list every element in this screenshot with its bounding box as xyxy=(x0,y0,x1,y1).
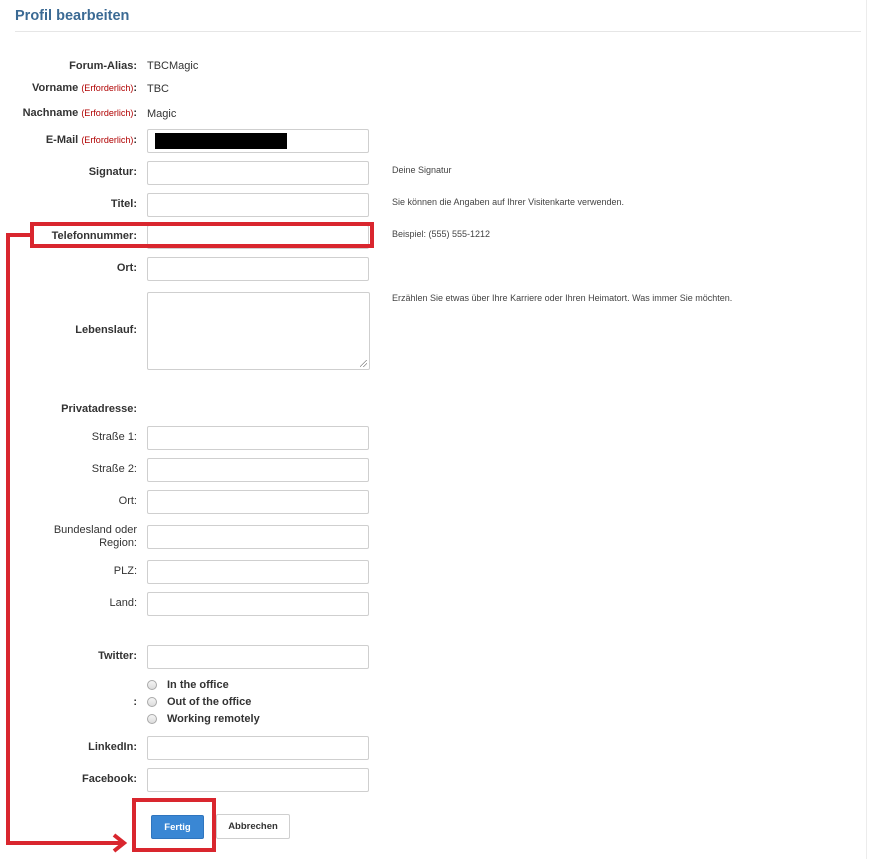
email-label-text: E-Mail xyxy=(45,134,79,146)
nachname-label: Nachname (Erforderlich): xyxy=(23,107,137,119)
strasse1-input[interactable] xyxy=(147,426,369,450)
address-ort-label: Ort: xyxy=(118,495,137,507)
annotation-arrow-line xyxy=(6,233,10,845)
forum-alias-label: Forum-Alias: xyxy=(69,60,137,72)
vorname-label-text: Vorname xyxy=(31,82,79,94)
required-marker: (Erforderlich) xyxy=(81,108,134,118)
nachname-label-text: Nachname xyxy=(22,107,79,119)
region-input[interactable] xyxy=(147,525,369,549)
panel-border xyxy=(866,0,867,859)
radio-button[interactable] xyxy=(147,714,157,724)
privatadresse-heading: Privatadresse: xyxy=(61,403,137,415)
land-label: Land: xyxy=(109,597,137,609)
status-option-label: In the office xyxy=(167,679,229,691)
region-label: Bundesland oder Region: xyxy=(54,524,137,550)
abbrechen-button[interactable]: Abbrechen xyxy=(216,814,290,839)
annotation-highlight-fertig xyxy=(132,798,216,852)
annotation-highlight-telefon xyxy=(30,222,374,248)
nachname-value: Magic xyxy=(147,108,177,120)
linkedin-label: LinkedIn: xyxy=(88,741,137,753)
status-option-label: Out of the office xyxy=(167,696,252,708)
strasse2-input[interactable] xyxy=(147,458,369,482)
signatur-label: Signatur: xyxy=(88,166,137,178)
facebook-input[interactable] xyxy=(147,768,369,792)
required-marker: (Erforderlich) xyxy=(81,83,134,93)
annotation-arrow-line xyxy=(6,841,122,845)
region-label-line1: Bundesland oder xyxy=(53,524,137,536)
linkedin-input[interactable] xyxy=(147,736,369,760)
status-option-out-of-office[interactable]: Out of the office xyxy=(147,694,251,710)
radio-button[interactable] xyxy=(147,680,157,690)
title-divider xyxy=(15,31,861,32)
twitter-label: Twitter: xyxy=(98,650,137,662)
signatur-hint: Deine Signatur xyxy=(392,165,452,175)
facebook-label: Facebook: xyxy=(81,773,137,785)
status-option-in-office[interactable]: In the office xyxy=(147,677,229,693)
resize-handle-icon[interactable] xyxy=(360,360,367,367)
forum-alias-value: TBCMagic xyxy=(147,60,199,72)
titel-label: Titel: xyxy=(110,198,137,210)
twitter-input[interactable] xyxy=(147,645,369,669)
status-label: : xyxy=(133,696,137,708)
region-label-line2: Region: xyxy=(99,537,137,549)
strasse2-label: Straße 2: xyxy=(91,463,137,475)
status-option-label: Working remotely xyxy=(167,713,260,725)
vorname-value: TBC xyxy=(147,83,169,95)
vorname-label: Vorname (Erforderlich): xyxy=(32,82,137,94)
page-title: Profil bearbeiten xyxy=(15,8,130,24)
status-option-working-remotely[interactable]: Working remotely xyxy=(147,711,260,727)
lebenslauf-label: Lebenslauf: xyxy=(75,324,137,336)
ort-input[interactable] xyxy=(147,257,369,281)
radio-button[interactable] xyxy=(147,697,157,707)
land-input[interactable] xyxy=(147,592,369,616)
strasse1-label: Straße 1: xyxy=(91,431,137,443)
titel-hint: Sie können die Angaben auf Ihrer Visiten… xyxy=(392,197,624,207)
email-colon: : xyxy=(133,134,137,146)
telefon-hint: Beispiel: (555) 555-1212 xyxy=(392,229,491,239)
titel-input[interactable] xyxy=(147,193,369,217)
signatur-input[interactable] xyxy=(147,161,369,185)
ort-label: Ort: xyxy=(116,262,137,274)
plz-label: PLZ: xyxy=(113,565,137,577)
vorname-colon: : xyxy=(133,82,137,94)
email-label: E-Mail (Erforderlich): xyxy=(46,134,137,146)
lebenslauf-hint: Erzählen Sie etwas über Ihre Karriere od… xyxy=(392,293,733,303)
annotation-arrowhead-icon xyxy=(112,833,128,853)
nachname-colon: : xyxy=(133,107,137,119)
lebenslauf-textarea[interactable] xyxy=(147,292,370,370)
address-ort-input[interactable] xyxy=(147,490,369,514)
plz-input[interactable] xyxy=(147,560,369,584)
redacted-email-mask xyxy=(155,133,287,149)
required-marker: (Erforderlich) xyxy=(81,135,134,145)
